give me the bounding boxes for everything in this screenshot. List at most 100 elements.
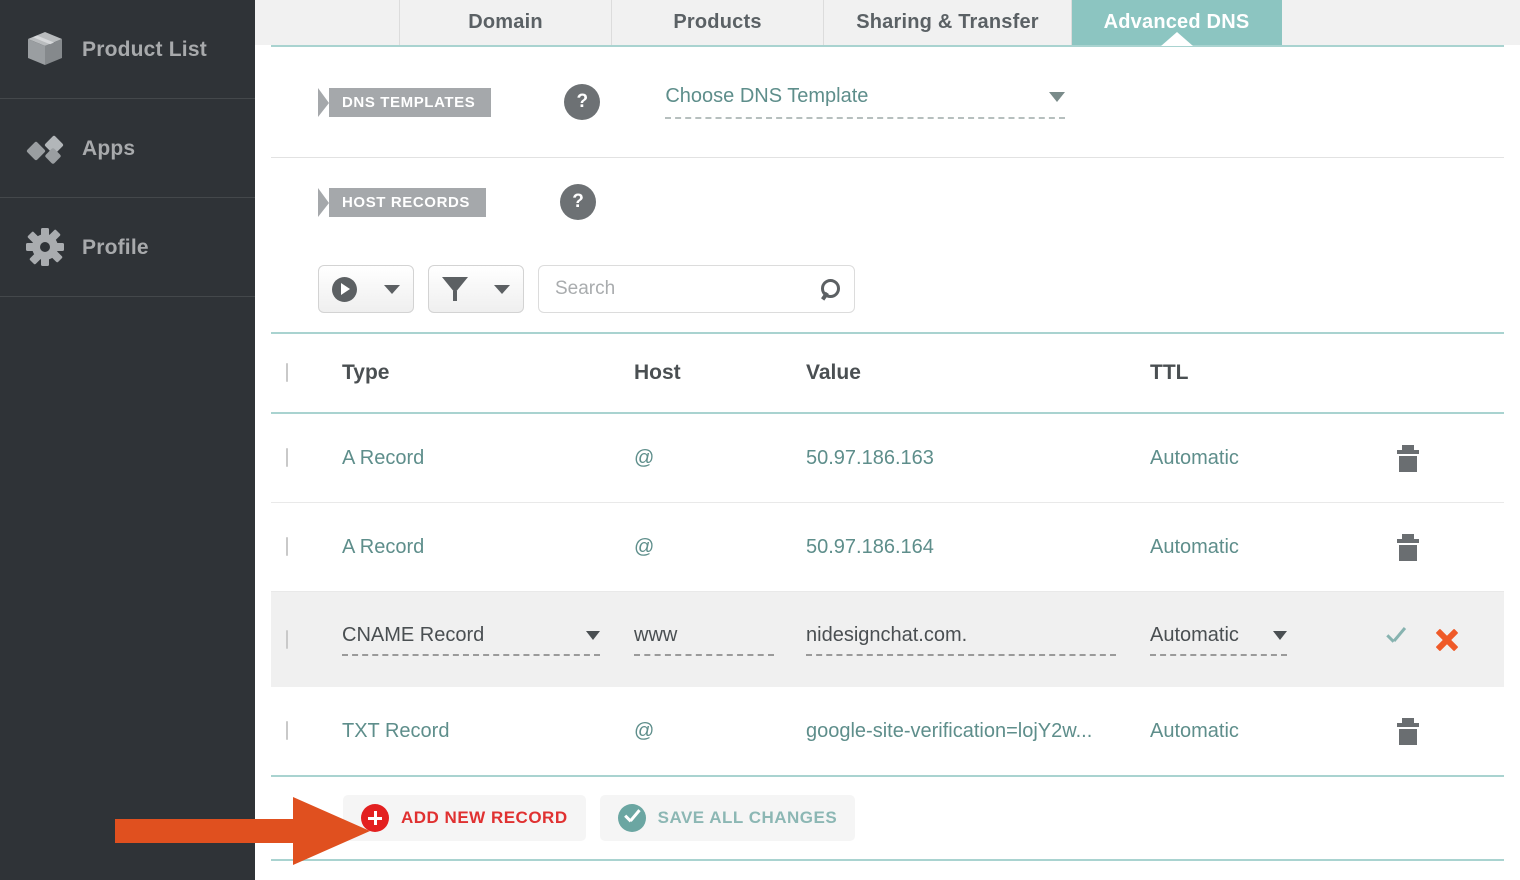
dns-templates-section: DNS TEMPLATES ? Choose DNS Template bbox=[255, 47, 1520, 157]
tab-label: Sharing & Transfer bbox=[856, 11, 1039, 33]
select-all-cell bbox=[271, 363, 342, 382]
gear-icon bbox=[22, 224, 68, 270]
tab-label: Products bbox=[673, 11, 762, 33]
help-icon-glyph: ? bbox=[572, 191, 584, 212]
chevron-down-icon bbox=[494, 284, 510, 294]
row-select-cell bbox=[271, 721, 342, 740]
table-row[interactable]: A Record @ 50.97.186.163 Automatic bbox=[271, 414, 1504, 502]
row-checkbox[interactable] bbox=[286, 448, 288, 467]
column-header-value[interactable]: Value bbox=[806, 361, 1150, 385]
search-input[interactable] bbox=[555, 278, 820, 300]
table-header-row: Type Host Value TTL bbox=[271, 334, 1504, 412]
table-row[interactable]: A Record @ 50.97.186.164 Automatic bbox=[271, 503, 1504, 591]
page-root: Product List Apps Profile Domain Product… bbox=[0, 0, 1520, 880]
tab-label: Domain bbox=[468, 11, 543, 33]
row-value: 50.97.186.163 bbox=[806, 446, 934, 469]
x-icon[interactable] bbox=[1434, 627, 1460, 653]
host-records-label: HOST RECORDS bbox=[342, 193, 471, 211]
sidebar-item-apps[interactable]: Apps bbox=[0, 99, 255, 198]
row-value-cell: nidesignchat.com. bbox=[806, 624, 1150, 656]
help-icon[interactable]: ? bbox=[560, 184, 597, 220]
sidebar-item-label: Profile bbox=[82, 235, 149, 259]
row-actions bbox=[1366, 444, 1504, 472]
row-type: A Record bbox=[342, 535, 425, 558]
column-header-type[interactable]: Type bbox=[342, 361, 634, 385]
host-input-value: www bbox=[634, 623, 678, 646]
action-menu-button[interactable] bbox=[318, 265, 414, 313]
add-new-record-label: ADD NEW RECORD bbox=[401, 808, 568, 827]
record-type-value: CNAME Record bbox=[342, 623, 485, 646]
dns-templates-header: DNS TEMPLATES bbox=[318, 87, 492, 117]
help-icon-glyph: ? bbox=[576, 91, 589, 112]
tab-advanced-dns[interactable]: Advanced DNS bbox=[1072, 0, 1282, 46]
search-icon[interactable] bbox=[820, 279, 840, 299]
row-edit-actions bbox=[1366, 627, 1504, 653]
tab-blank bbox=[255, 0, 400, 45]
column-header-host[interactable]: Host bbox=[634, 361, 806, 385]
row-value: 50.97.186.164 bbox=[806, 535, 934, 558]
row-actions bbox=[1366, 717, 1504, 745]
row-ttl: Automatic bbox=[1150, 535, 1239, 558]
sidebar-item-profile[interactable]: Profile bbox=[0, 198, 255, 297]
chevron-down-icon bbox=[1273, 630, 1287, 640]
row-ttl: Automatic bbox=[1150, 446, 1239, 469]
row-checkbox[interactable] bbox=[286, 629, 288, 649]
sidebar: Product List Apps Profile bbox=[0, 0, 255, 880]
row-type: TXT Record bbox=[342, 719, 450, 742]
host-records-table: Type Host Value TTL A Record @ 50.97.186… bbox=[271, 332, 1504, 861]
row-checkbox[interactable] bbox=[286, 537, 288, 556]
row-select-cell bbox=[271, 448, 342, 467]
chevron-down-icon bbox=[586, 630, 600, 640]
tab-bar: Domain Products Sharing & Transfer Advan… bbox=[255, 0, 1520, 46]
box-icon bbox=[22, 26, 68, 72]
sidebar-filler bbox=[0, 297, 255, 298]
records-toolbar bbox=[255, 246, 1520, 332]
select-all-checkbox[interactable] bbox=[286, 363, 288, 382]
record-type-select[interactable]: CNAME Record bbox=[342, 624, 600, 656]
tab-domain[interactable]: Domain bbox=[400, 0, 612, 45]
host-records-header: HOST RECORDS bbox=[318, 187, 487, 217]
ttl-select[interactable]: Automatic bbox=[1150, 624, 1287, 656]
funnel-icon bbox=[442, 277, 468, 301]
host-input[interactable]: www bbox=[634, 624, 774, 656]
row-select-cell bbox=[271, 629, 342, 649]
row-checkbox[interactable] bbox=[286, 721, 288, 740]
row-value: google-site-verification=lojY2w... bbox=[806, 719, 1093, 742]
filter-menu-button[interactable] bbox=[428, 265, 524, 313]
ttl-select-value: Automatic bbox=[1150, 623, 1239, 646]
chevron-down-icon bbox=[1049, 91, 1066, 102]
tab-sharing-and-transfer[interactable]: Sharing & Transfer bbox=[824, 0, 1072, 45]
trash-icon[interactable] bbox=[1397, 444, 1419, 472]
trash-icon[interactable] bbox=[1397, 717, 1419, 745]
row-select-cell bbox=[271, 537, 342, 556]
row-host: @ bbox=[634, 535, 655, 558]
apps-diamond-icon bbox=[22, 125, 68, 171]
host-records-section: HOST RECORDS ? bbox=[255, 158, 1520, 246]
help-icon[interactable]: ? bbox=[564, 84, 601, 120]
row-host: @ bbox=[634, 719, 655, 742]
tab-products[interactable]: Products bbox=[612, 0, 824, 45]
column-header-ttl[interactable]: TTL bbox=[1150, 361, 1366, 385]
add-new-record-button[interactable]: ADD NEW RECORD bbox=[343, 795, 586, 841]
trash-icon[interactable] bbox=[1397, 533, 1419, 561]
check-circle-icon bbox=[617, 804, 646, 832]
value-input-value: nidesignchat.com. bbox=[806, 623, 968, 646]
chevron-down-icon bbox=[383, 284, 400, 294]
check-icon[interactable] bbox=[1384, 627, 1410, 653]
save-all-changes-button[interactable]: SAVE ALL CHANGES bbox=[599, 795, 856, 841]
search-box[interactable] bbox=[538, 265, 855, 313]
tab-label: Advanced DNS bbox=[1103, 11, 1250, 33]
table-row-editing[interactable]: CNAME Record www nidesignchat.com. Autom… bbox=[271, 592, 1504, 687]
row-actions bbox=[1366, 533, 1504, 561]
row-ttl-cell: Automatic bbox=[1150, 624, 1366, 656]
table-footer-rule bbox=[271, 859, 1504, 861]
plus-circle-icon bbox=[361, 804, 389, 832]
sidebar-item-product-list[interactable]: Product List bbox=[0, 0, 255, 99]
sidebar-item-label: Product List bbox=[82, 37, 207, 61]
dns-template-select-value: Choose DNS Template bbox=[665, 85, 869, 107]
row-type: A Record bbox=[342, 446, 425, 469]
value-input[interactable]: nidesignchat.com. bbox=[806, 624, 1116, 656]
table-row[interactable]: TXT Record @ google-site-verification=lo… bbox=[271, 687, 1504, 775]
dns-template-select[interactable]: Choose DNS Template bbox=[665, 85, 1066, 119]
save-all-changes-label: SAVE ALL CHANGES bbox=[657, 808, 838, 827]
